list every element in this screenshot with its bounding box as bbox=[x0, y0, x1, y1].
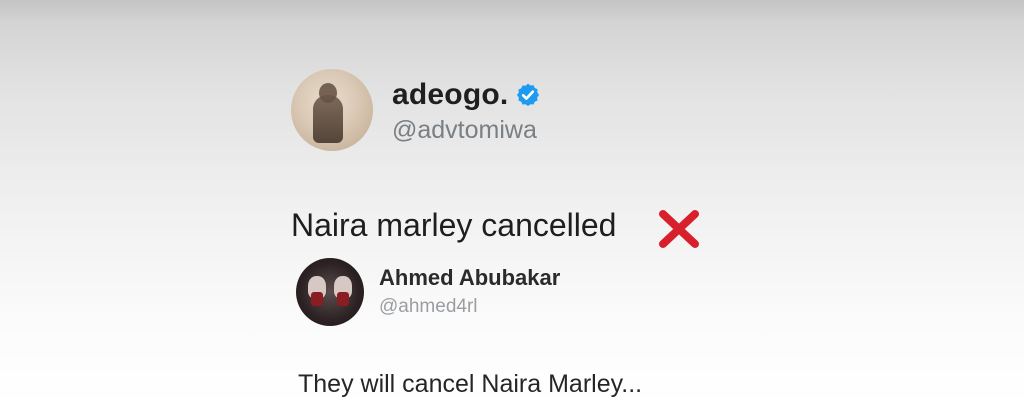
verified-badge-icon bbox=[516, 83, 540, 107]
avatar-figure-shape bbox=[313, 95, 343, 143]
quoted-tweet-text: They will cancel Naira Marley... bbox=[298, 370, 643, 398]
red-cross-mark-icon bbox=[659, 210, 699, 248]
main-tweet-text: Naira marley cancelled bbox=[291, 207, 617, 243]
avatar-shirt-left bbox=[311, 292, 323, 306]
quoted-author-avatar[interactable] bbox=[296, 258, 364, 326]
quoted-author-name[interactable]: Ahmed Abubakar bbox=[379, 265, 560, 291]
tweet-screenshot: adeogo. @advtomiwa Naira marley cancelle… bbox=[0, 0, 1024, 404]
quoted-author-handle[interactable]: @ahmed4rl bbox=[379, 296, 478, 318]
main-author-name[interactable]: adeogo. bbox=[392, 78, 508, 112]
main-author-avatar[interactable] bbox=[291, 69, 373, 151]
avatar-shirt-right bbox=[337, 292, 349, 306]
top-shadow-bar bbox=[0, 0, 1024, 22]
main-author-handle[interactable]: @advtomiwa bbox=[392, 116, 537, 145]
